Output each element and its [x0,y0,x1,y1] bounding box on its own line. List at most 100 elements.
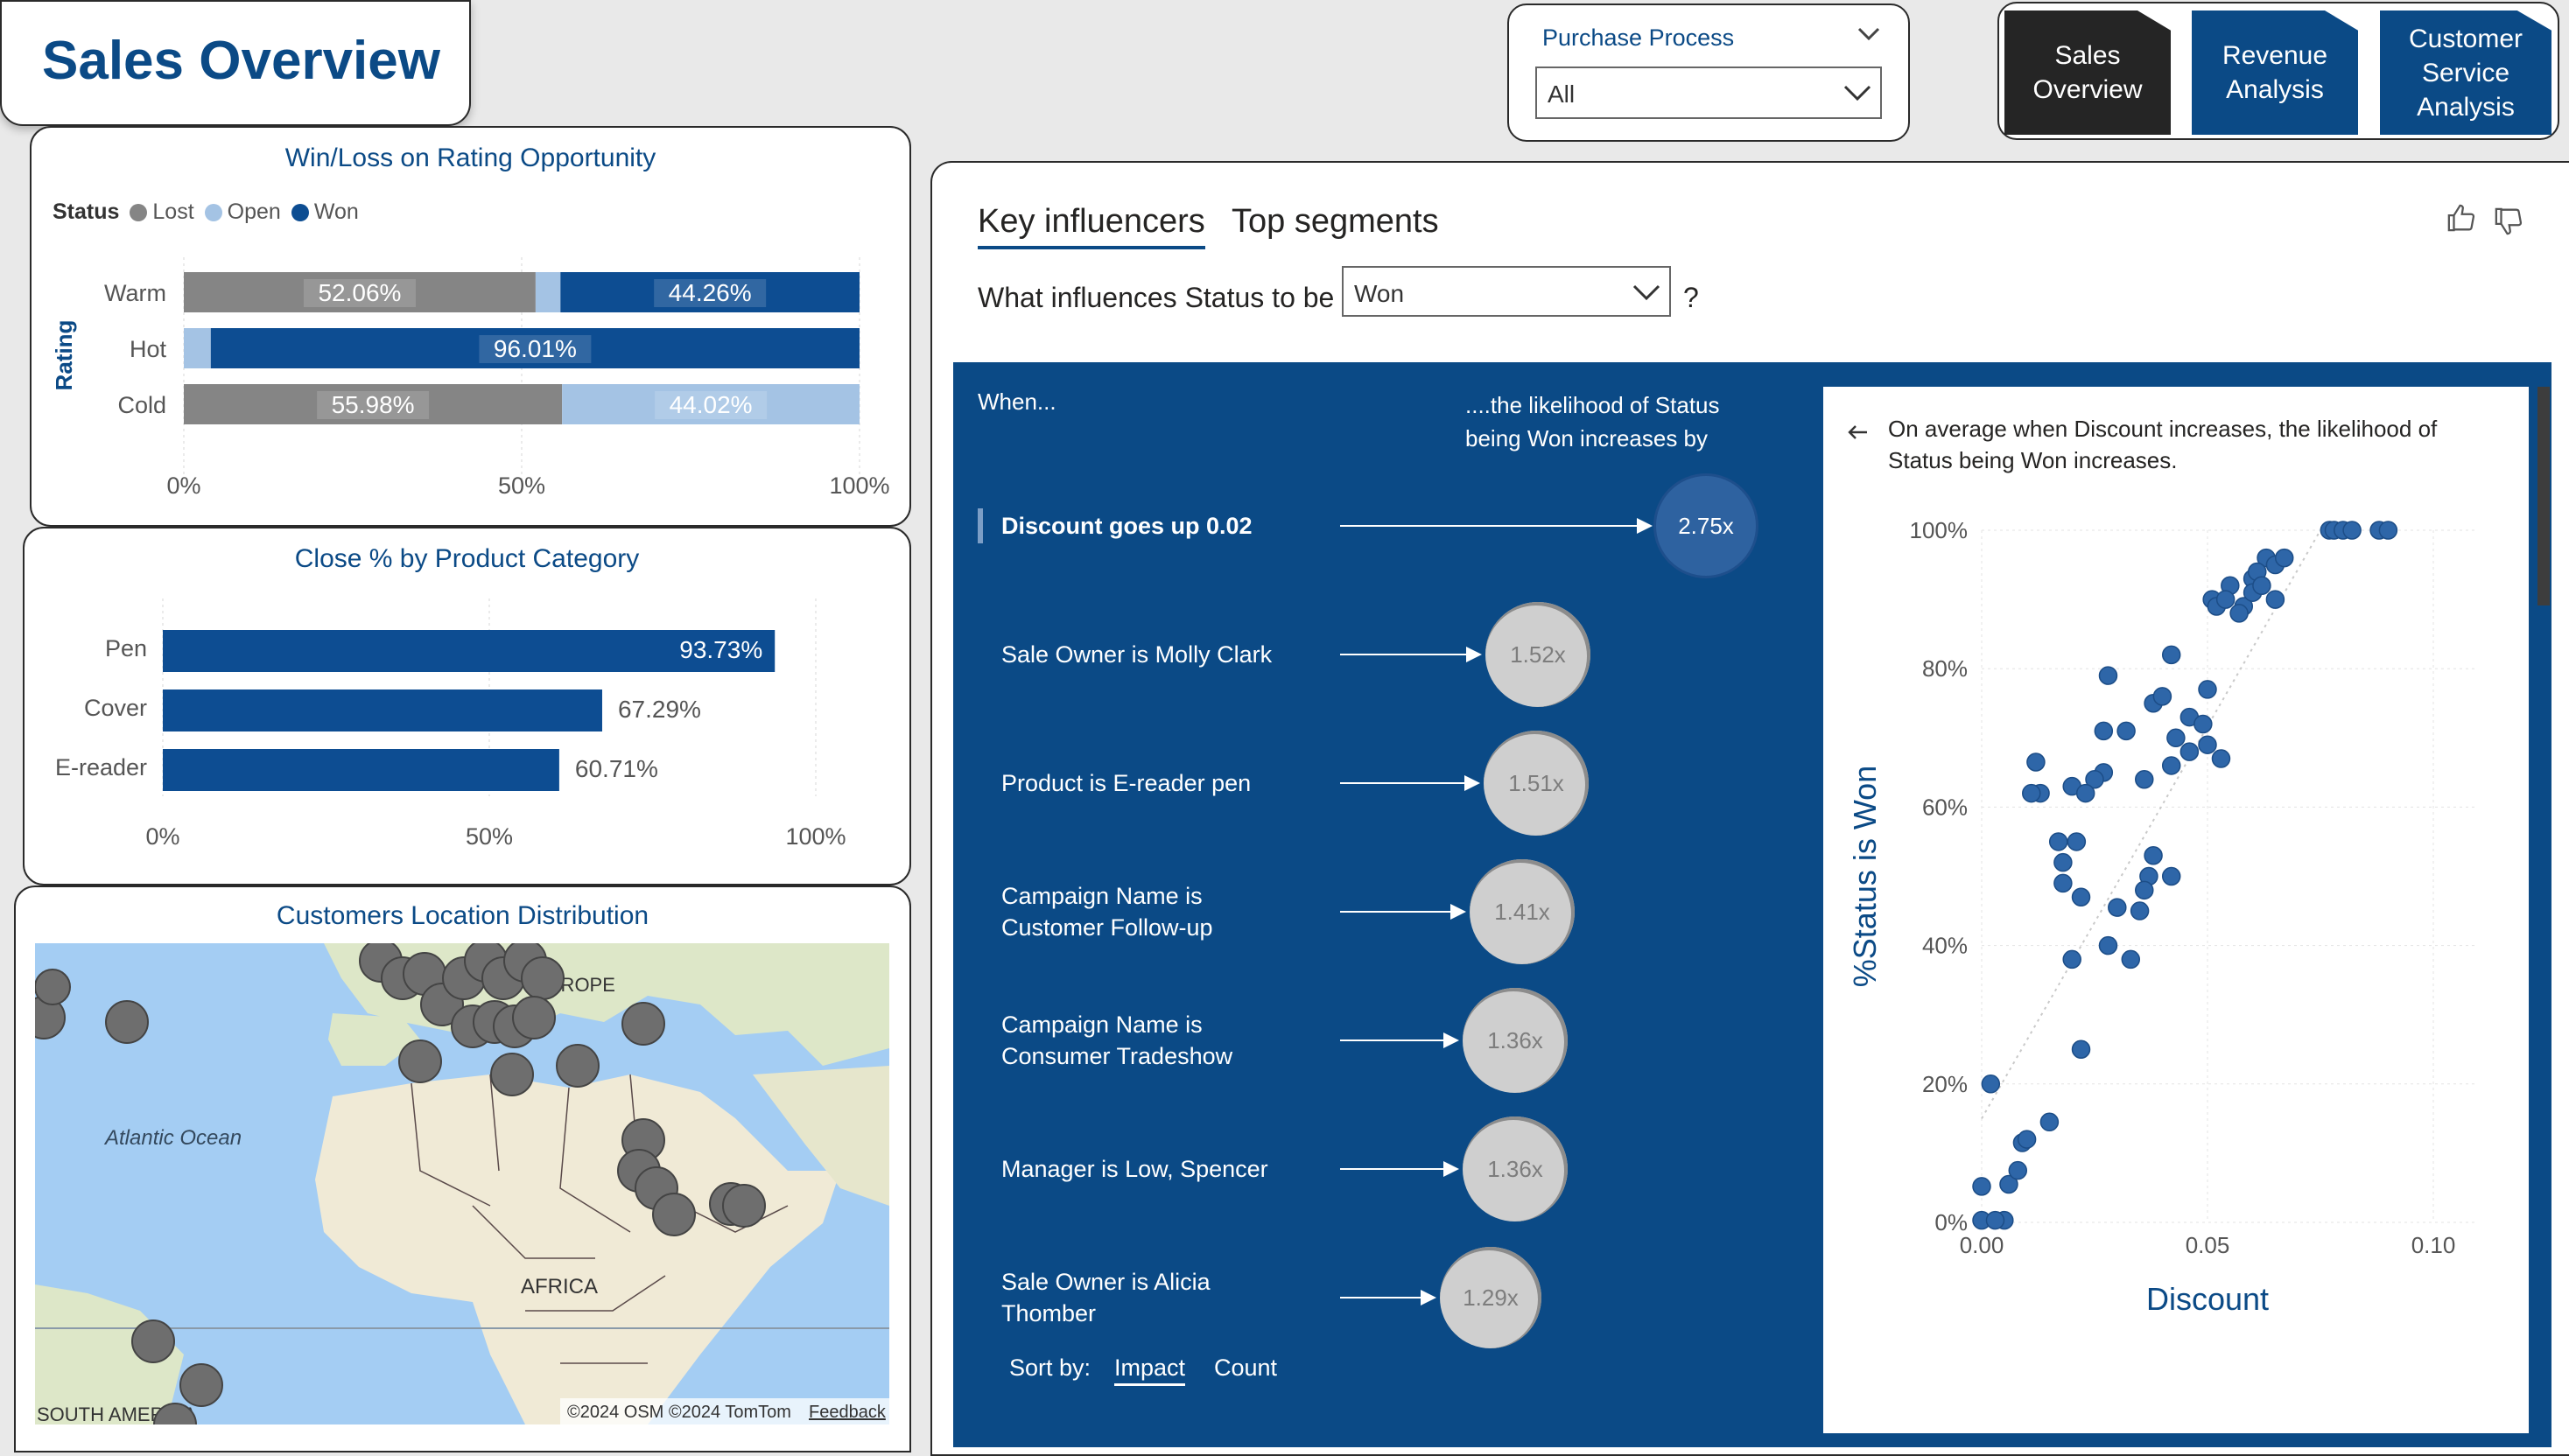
scatter-point [2215,590,2236,609]
influence-value-bubble[interactable]: 1.41x [1470,859,1575,964]
influencer-target-dropdown[interactable]: Won [1342,266,1671,317]
influence-value-bubble[interactable]: 2.75x [1656,476,1756,576]
influencer-row-label[interactable]: Product is E-reader pen [1001,767,1334,799]
nav-sales-overview-button[interactable]: Sales Overview [2004,10,2171,135]
influence-value-bubble[interactable]: 1.36x [1463,1116,1568,1222]
influencer-row-label[interactable]: Campaign Name is Customer Follow-up [1001,880,1334,943]
slicer-value: All [1548,80,1576,108]
arrowhead [1466,647,1482,662]
scrollbar-thumb[interactable] [2537,387,2550,606]
data-label: 96.01% [494,335,577,362]
close-pct-chart: 0% 50% 100% Pen 93.73% Cover 67.29% E-reader 60.… [55,598,846,850]
location-bubble[interactable] [490,1053,534,1096]
influence-value-bubble[interactable]: 1.52x [1485,602,1590,707]
winloss-chart-card: Win/Loss on Rating Opportunity Status Lo… [30,126,911,527]
influencer-row-label[interactable]: Sale Owner is Molly Clark [1001,639,1334,670]
detail-panel: On average when Discount increases, the … [1823,387,2529,1433]
influence-value-bubble[interactable]: 1.36x [1463,988,1568,1093]
winloss-chart-title: Win/Loss on Rating Opportunity [284,144,656,172]
data-label: 55.98% [332,391,415,418]
tab-top-segments[interactable]: Top segments [1232,203,1439,241]
slicer-collapse-chevron-icon[interactable] [1857,26,1880,46]
scatter-point [2075,783,2095,803]
influencers-panel: When... ....the likelihood of Status bei… [953,362,2551,1447]
nav-label: Overview [2032,75,2143,104]
winloss-chart: 0% 50% 100% Rating Warm 52.06% 44.26% Hot 96.01%… [51,257,890,499]
influence-arrow [1340,1040,1443,1041]
legend-marker [291,203,309,221]
legend-item-open[interactable]: Open [204,200,281,225]
tab-label: Top segments [1232,203,1439,240]
thumbs-down-icon[interactable] [2494,206,2523,241]
back-arrow-icon[interactable] [1846,424,1869,445]
influence-value: 1.41x [1494,898,1550,925]
y-tick-label: 100% [1910,517,1969,543]
influencer-row-line: Sale Owner is Alicia [1001,1269,1211,1295]
scatter-point [2026,752,2046,772]
sort-count-option[interactable]: Count [1214,1354,1277,1382]
location-bubble[interactable] [35,969,71,1005]
location-bubble[interactable] [105,1000,149,1044]
location-bubble[interactable] [179,1363,223,1407]
x-tick-label: 50% [466,823,513,850]
bar-segment [184,328,211,368]
location-bubble[interactable] [512,996,556,1040]
influencer-row-label[interactable]: Sale Owner is Alicia Thomber [1001,1266,1334,1329]
slicer-dropdown[interactable]: All [1535,66,1882,119]
scatter-point [2048,832,2068,851]
scatter-point [2053,873,2073,893]
data-label: 60.71% [575,755,658,782]
location-bubble[interactable] [131,1320,175,1363]
key-influencers-card: Key influencers Top segments What influe… [930,161,2569,1456]
scatter-point [2130,901,2150,920]
category-label: Warm [104,280,166,306]
bar [163,749,559,791]
nav-revenue-analysis-button[interactable]: Revenue Analysis [2192,10,2358,135]
slicer-label: Purchase Process [1542,24,1735,51]
data-label: 67.29% [618,696,701,723]
influencer-row-label[interactable]: Manager is Low, Spencer [1001,1153,1334,1185]
scatter-point [2022,783,2041,803]
x-tick-label: 100% [785,823,846,850]
location-bubble[interactable] [621,1002,665,1046]
influencer-row-label[interactable]: Discount goes up 0.02 [1001,510,1334,542]
location-bubble[interactable] [556,1044,600,1088]
scatter-point [2071,887,2091,906]
sort-impact-option[interactable]: Impact [1114,1354,1186,1386]
map-feedback-link[interactable]: Feedback [809,1403,887,1422]
location-bubble[interactable] [398,1040,442,1083]
location-bubble[interactable] [722,1184,766,1228]
scatter-point [2161,866,2181,886]
influencer-row-line: Sale Owner is Molly Clark [1001,641,1273,668]
legend-item-won[interactable]: Won [291,200,359,225]
influence-value: 1.36x [1487,1026,1543,1054]
map-card: Customers Location Distribution Atlantic… [14,886,911,1452]
thumbs-up-icon[interactable] [2446,203,2476,237]
influence-value-bubble[interactable]: 1.29x [1440,1247,1541,1348]
arrowhead [1443,1032,1459,1048]
selected-row-indicator [978,508,983,543]
scatter-point [2211,749,2231,768]
location-bubble[interactable] [521,956,565,1000]
scatter-point [2067,832,2087,851]
discount-scatter-chart: 0%20%40%60%80%100%0.00 0.05 0.10Discount%S… [1847,517,2477,1317]
arrowhead [1443,1161,1459,1177]
map-view[interactable]: Atlantic Ocean EUROPE AFRICA SOUTH AMERI… [35,943,889,1424]
scatter-point [2166,728,2186,748]
influence-value-bubble[interactable]: 1.51x [1484,731,1589,836]
tab-key-influencers[interactable]: Key influencers [978,203,1205,249]
x-tick-label: 0% [166,472,200,499]
purchase-process-slicer[interactable]: Purchase Process All [1507,4,1910,142]
nav-label: Service [2421,58,2510,88]
influencer-target-value: Won [1354,280,1405,307]
data-label: 93.73% [679,636,762,663]
scatter-point [2161,645,2181,665]
scatter-point [2071,1040,2091,1059]
location-bubble[interactable] [652,1193,696,1236]
map-title: Customers Location Distribution [276,901,649,930]
influencer-row-label[interactable]: Campaign Name is Consumer Tradeshow [1001,1009,1334,1072]
nav-customer-service-analysis-button[interactable]: Customer Service Analysis [2380,10,2551,135]
influencer-row-line: Consumer Tradeshow [1001,1043,1233,1069]
influencer-row-line: Manager is Low, Spencer [1001,1156,1268,1182]
legend-item-lost[interactable]: Lost [130,200,194,225]
